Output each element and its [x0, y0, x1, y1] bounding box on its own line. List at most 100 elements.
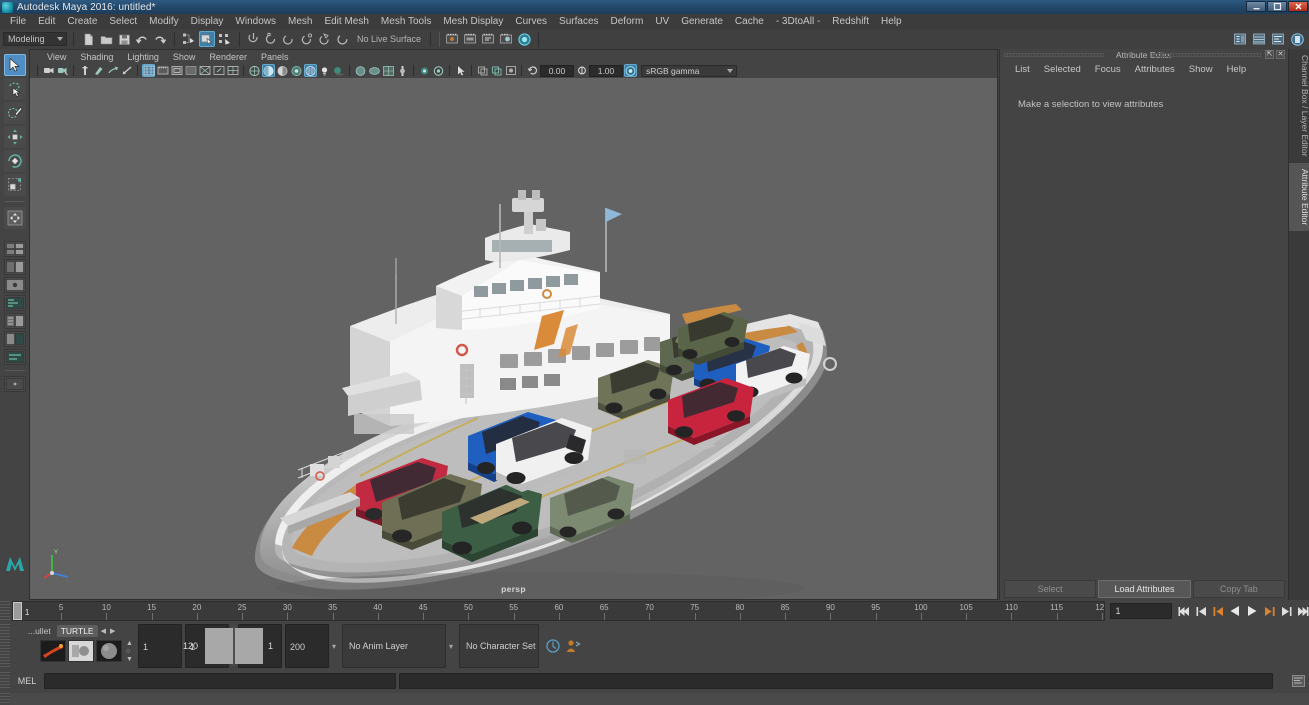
attr-menu-selected[interactable]: Selected [1037, 64, 1088, 75]
select-tool[interactable] [3, 54, 26, 76]
four-view-layout[interactable] [3, 259, 26, 275]
shelf-tab-bullet[interactable]: ...ullet [24, 625, 55, 637]
menu-mesh-display[interactable]: Mesh Display [437, 15, 509, 28]
close-icon[interactable]: ✕ [1276, 50, 1285, 59]
side-tab-attribute-editor[interactable]: Attribute Editor [1289, 162, 1309, 231]
load-attributes-button[interactable]: Load Attributes [1098, 580, 1191, 598]
undock-icon[interactable]: ⇱ [1265, 50, 1274, 59]
turtle-render-icon[interactable] [40, 640, 66, 662]
snap-to-point-icon[interactable] [282, 31, 298, 47]
command-output-field[interactable] [399, 673, 1273, 689]
xray-joints-icon[interactable] [212, 64, 225, 77]
color-management-toggle-icon[interactable] [624, 64, 637, 77]
grid-toggle-icon[interactable] [142, 64, 155, 77]
textured-icon[interactable] [304, 64, 317, 77]
render-current-frame-icon[interactable] [444, 31, 460, 47]
show-outliner-icon[interactable] [1232, 31, 1248, 47]
xray-display-icon[interactable] [432, 64, 445, 77]
range-slider-bar[interactable]: 1 120 [183, 626, 273, 666]
smooth-shade-all-icon[interactable] [262, 64, 275, 77]
attr-menu-show[interactable]: Show [1182, 64, 1220, 75]
time-slider-grip[interactable] [0, 601, 10, 621]
menu-redshift[interactable]: Redshift [826, 15, 875, 28]
select-by-hierarchy-icon[interactable] [181, 31, 197, 47]
shelf-prev-icon[interactable]: ◀ [100, 627, 107, 635]
film-gate-icon[interactable] [156, 64, 169, 77]
panel-menu-shading[interactable]: Shading [73, 52, 120, 62]
two-pane-stacked-layout[interactable] [3, 295, 26, 311]
outliner-persp-layout[interactable] [3, 331, 26, 347]
command-line-grip[interactable] [0, 672, 10, 690]
gate-mask-icon[interactable] [184, 64, 197, 77]
hypershade-persp-layout[interactable] [3, 349, 26, 365]
step-forward-keyframe-icon[interactable] [1280, 605, 1292, 618]
isolate-select-icon[interactable] [418, 64, 431, 77]
attr-menu-focus[interactable]: Focus [1088, 64, 1128, 75]
three-pane-layout[interactable] [3, 313, 26, 329]
move-tool[interactable] [3, 126, 26, 148]
attr-menu-help[interactable]: Help [1220, 64, 1254, 75]
play-backwards-icon[interactable] [1229, 605, 1241, 618]
resolution-gate-icon[interactable] [170, 64, 183, 77]
command-input[interactable] [44, 673, 396, 689]
image-plane-icon[interactable] [106, 64, 119, 77]
auto-keyframe-icon[interactable] [545, 638, 561, 654]
snap-to-view-plane-icon[interactable] [318, 31, 334, 47]
menu-cache[interactable]: Cache [729, 15, 770, 28]
turtle-material-icon[interactable] [96, 640, 122, 662]
gamma-field[interactable]: 1.00 [589, 64, 623, 77]
menu-help[interactable]: Help [875, 15, 908, 28]
paint-select-tool[interactable] [3, 102, 26, 124]
lock-camera-icon[interactable] [56, 64, 69, 77]
menu-surfaces[interactable]: Surfaces [553, 15, 604, 28]
time-slider[interactable]: 1 5 10 15 20 25 30 35 40 45 50 55 60 65 70 75 80 85 90 95 1… [11, 601, 1106, 621]
current-frame-field[interactable]: 1 [1110, 603, 1172, 619]
two-pane-side-layout[interactable] [3, 277, 26, 293]
range-start-handle[interactable] [235, 628, 263, 664]
attr-menu-list[interactable]: List [1008, 64, 1037, 75]
universal-manipulator-tool[interactable] [3, 207, 26, 229]
menu-file[interactable]: File [4, 15, 32, 28]
shelf-next-icon[interactable]: ▶ [109, 627, 116, 635]
menu-display[interactable]: Display [185, 15, 230, 28]
panel-grip[interactable] [1004, 53, 1104, 57]
ipr-render-icon[interactable] [462, 31, 478, 47]
snap-to-curve-icon[interactable] [264, 31, 280, 47]
show-attribute-editor-icon[interactable] [1270, 31, 1286, 47]
multisample-icon[interactable] [382, 64, 395, 77]
gamma-reset-icon[interactable] [490, 64, 503, 77]
wireframe-icon[interactable] [248, 64, 261, 77]
save-scene-icon[interactable] [116, 31, 132, 47]
menu-select[interactable]: Select [103, 15, 143, 28]
panel-menu-lighting[interactable]: Lighting [120, 52, 166, 62]
copy-tab-button[interactable]: Copy Tab [1192, 580, 1285, 598]
depth-of-field-icon[interactable] [396, 64, 409, 77]
panel-menu-show[interactable]: Show [166, 52, 203, 62]
menu-edit[interactable]: Edit [32, 15, 61, 28]
select-by-object-icon[interactable] [199, 31, 215, 47]
close-button[interactable] [1288, 1, 1308, 12]
view-transform-selector[interactable]: sRGB gamma [641, 64, 737, 77]
flat-shade-icon[interactable] [290, 64, 303, 77]
menu-curves[interactable]: Curves [509, 15, 553, 28]
range-row-grip[interactable] [0, 624, 10, 668]
make-live-icon[interactable] [336, 31, 352, 47]
xray-toggle-icon[interactable] [198, 64, 211, 77]
attr-menu-attributes[interactable]: Attributes [1128, 64, 1182, 75]
rotate-tool[interactable] [3, 150, 26, 172]
menu-uv[interactable]: UV [649, 15, 675, 28]
shelf-tab-turtle[interactable]: TURTLE [56, 625, 98, 637]
command-language-label[interactable]: MEL [10, 676, 44, 686]
time-cursor[interactable] [12, 602, 22, 620]
menu-deform[interactable]: Deform [605, 15, 650, 28]
open-scene-icon[interactable] [98, 31, 114, 47]
anim-start-time-field[interactable]: 1 [138, 624, 182, 668]
character-set-selector[interactable]: No Character Set [459, 624, 539, 668]
use-all-lights-icon[interactable] [318, 64, 331, 77]
shelf-scroll-handle-icon[interactable]: ○ [126, 648, 133, 655]
minimize-button[interactable] [1246, 1, 1266, 12]
wireframe-on-shaded-icon[interactable] [226, 64, 239, 77]
menu-3dtoall[interactable]: - 3DtoAll - [770, 15, 826, 28]
select-button[interactable]: Select [1004, 580, 1097, 598]
anim-end-time-field[interactable]: 200 [285, 624, 329, 668]
